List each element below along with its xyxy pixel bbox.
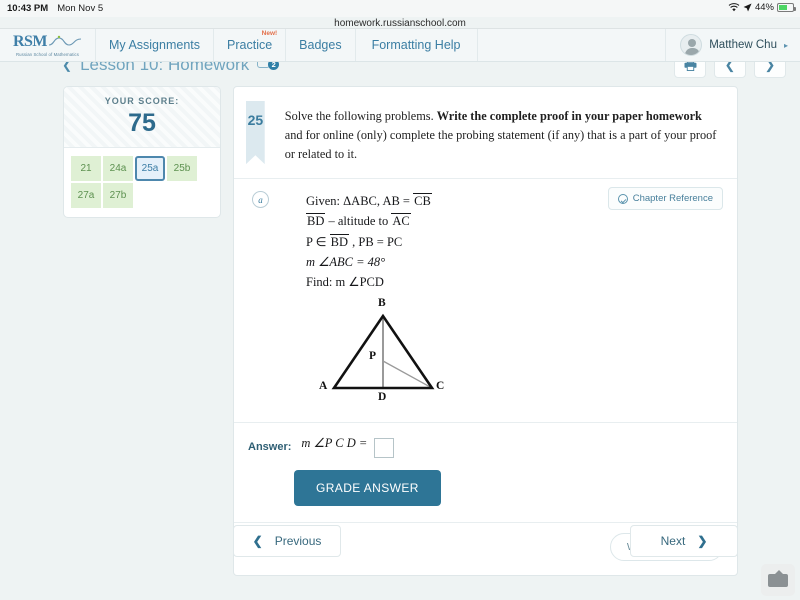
given-line-4: m ∠ABC = 48°: [306, 252, 737, 272]
avatar: [680, 34, 703, 56]
given-text: Given: ΔABC, AB =: [306, 194, 414, 209]
segment-bd-2: BD: [329, 233, 350, 249]
figure-label-c: C: [436, 380, 445, 393]
segment-cb: CB: [413, 193, 432, 209]
next-label: Next: [660, 534, 686, 548]
score-header: YOUR SCORE: 75: [64, 87, 220, 148]
tab-my-assignments[interactable]: My Assignments: [96, 29, 215, 61]
answer-input[interactable]: [374, 437, 395, 458]
site-navbar: RSM Russian School of Mathematics My Ass…: [0, 29, 800, 62]
given-text: – altitude to: [325, 214, 392, 229]
page-navigation: ❮ Previous Next ❯: [233, 525, 738, 557]
triangle-figure: B A C D P: [312, 297, 452, 408]
statement-part-2: and for online (only) complete the probi…: [284, 128, 717, 162]
figure-label-a: A: [319, 380, 328, 393]
problem-number-badge: 25: [246, 101, 265, 165]
tab-badges[interactable]: Badges: [286, 29, 356, 61]
problem-chip-27a[interactable]: 27a: [71, 183, 101, 208]
problem-part-a: a Chapter Reference Given: ΔABC, AB = CB…: [234, 179, 737, 422]
previous-label: Previous: [274, 534, 322, 548]
previous-button[interactable]: ❮ Previous: [233, 525, 341, 557]
location-arrow-icon: [743, 3, 752, 12]
problem-chip-list: 21 24a 25a 25b 27a 27b: [64, 148, 220, 217]
chevron-right-icon: ▸: [783, 40, 788, 50]
problem-statement: Solve the following problems. Write the …: [285, 101, 719, 164]
statement-part-1: Solve the following problems.: [284, 109, 437, 123]
problem-card: 25 Solve the following problems. Write t…: [233, 86, 738, 576]
tab-practice[interactable]: New! Practice: [214, 29, 287, 61]
score-card: YOUR SCORE: 75 21 24a 25a 25b 27a 27b: [63, 86, 221, 218]
segment-bd: BD: [306, 213, 326, 229]
tab-label: Formatting Help: [371, 38, 461, 52]
battery-charging-icon: [777, 3, 796, 12]
problem-header: 25 Solve the following problems. Write t…: [234, 87, 737, 178]
answer-expression: m ∠P C D =: [301, 435, 395, 458]
answer-label: Answer:: [248, 440, 292, 453]
logo-wave-icon: [48, 35, 82, 46]
angle-abc-value: m ∠ABC = 48°: [306, 254, 386, 269]
problem-chip-21[interactable]: 21: [71, 156, 101, 181]
rsm-logo[interactable]: RSM Russian School of Mathematics: [0, 29, 96, 61]
app-screen: 10:43 PM Mon Nov 5 44% homework.russians…: [0, 0, 800, 600]
statement-bold: Write the complete proof in your paper h…: [436, 109, 702, 123]
score-label: YOUR SCORE:: [104, 96, 180, 106]
given-line-3: P ∈ BD , PB = PC: [306, 232, 737, 252]
check-circle-icon: [617, 193, 628, 204]
figure-label-d: D: [378, 391, 387, 404]
problem-chip-25a[interactable]: 25a: [135, 156, 165, 181]
answer-row: Answer: m ∠P C D =: [234, 423, 737, 458]
navbar-spacer: [478, 29, 667, 61]
keyboard-icon: [768, 569, 788, 587]
next-button[interactable]: Next ❯: [630, 525, 738, 557]
grade-answer-button[interactable]: GRADE ANSWER: [294, 469, 441, 506]
chevron-right-icon: ❯: [697, 534, 708, 548]
wifi-icon: [728, 3, 740, 12]
given-line-2: BD – altitude to AC: [306, 211, 737, 231]
problem-chip-25b[interactable]: 25b: [167, 156, 197, 181]
figure-label-b: B: [378, 297, 386, 310]
new-badge: New!: [261, 30, 278, 37]
user-name: Matthew Chu: [709, 39, 777, 51]
logo-text: RSM: [12, 33, 48, 50]
chapter-reference-label: Chapter Reference: [632, 193, 713, 205]
score-value: 75: [128, 109, 156, 137]
figure-label-p: P: [369, 350, 377, 363]
answer-expression-text: m ∠P C D =: [301, 436, 368, 451]
part-marker: a: [252, 191, 269, 209]
chevron-left-icon: ❮: [252, 534, 263, 548]
user-menu[interactable]: Matthew Chu ▸: [666, 29, 800, 61]
tab-formatting-help[interactable]: Formatting Help: [356, 29, 478, 61]
hide-keyboard-button[interactable]: [761, 564, 795, 596]
logo-tagline: Russian School of Mathematics: [15, 52, 80, 57]
segment-ac: AC: [391, 213, 411, 229]
url-text: homework.russianschool.com: [334, 17, 466, 29]
tab-label: Badges: [299, 38, 342, 52]
tab-label: My Assignments: [109, 38, 201, 52]
problem-chip-24a[interactable]: 24a: [103, 156, 133, 181]
given-line-5: Find: m ∠PCD: [306, 272, 737, 292]
problem-chip-27b[interactable]: 27b: [103, 183, 133, 208]
find-statement: Find: m ∠PCD: [306, 275, 384, 290]
logo-mark: RSM: [13, 33, 82, 51]
chapter-reference-button[interactable]: Chapter Reference: [607, 187, 723, 211]
tab-label: Practice: [227, 38, 273, 52]
given-text: P ∈: [306, 234, 330, 249]
given-text: , PB = PC: [349, 234, 403, 249]
